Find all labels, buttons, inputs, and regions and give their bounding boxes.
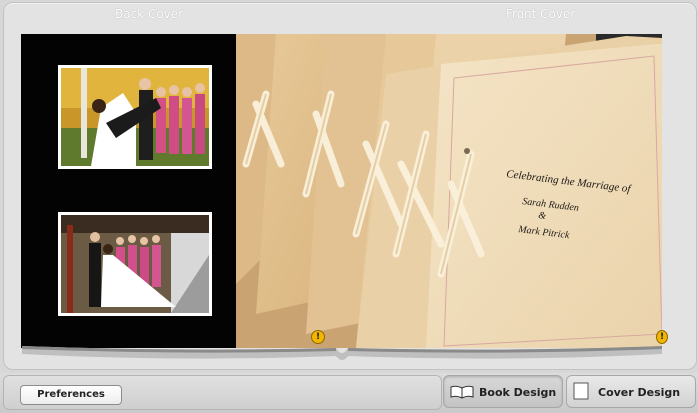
back-cover-label: Back Cover (115, 7, 184, 21)
back-cover-photo-bridal-party[interactable] (58, 212, 212, 316)
front-cover[interactable]: Celebrating the Marriage of Sarah Rudden… (236, 34, 662, 348)
book-spine-base (22, 346, 662, 360)
tab-cover-design[interactable]: Cover Design (566, 375, 696, 408)
tab-cover-design-label: Cover Design (598, 386, 681, 399)
back-cover[interactable] (21, 34, 236, 348)
open-book-icon (450, 385, 474, 402)
preferences-button[interactable]: Preferences (20, 385, 122, 405)
front-cover-label: Front Cover (506, 7, 576, 21)
back-cover-photo-couple[interactable] (58, 65, 212, 169)
cover-ampersand: & (538, 210, 547, 222)
warning-icon[interactable]: ! (311, 330, 325, 344)
tab-book-design-label: Book Design (479, 386, 557, 399)
bottom-toolbar: Preferences Book Design Cover Design (0, 373, 698, 413)
tab-book-design[interactable]: Book Design (443, 375, 563, 408)
warning-icon[interactable]: ! (656, 330, 668, 344)
wedding-couple-photo (61, 68, 209, 166)
wedding-program-photo: Celebrating the Marriage of Sarah Rudden… (236, 34, 662, 348)
cover-page-icon (573, 382, 589, 403)
toolbar-left-panel: Preferences (3, 375, 442, 410)
bridal-party-photo (61, 215, 209, 313)
